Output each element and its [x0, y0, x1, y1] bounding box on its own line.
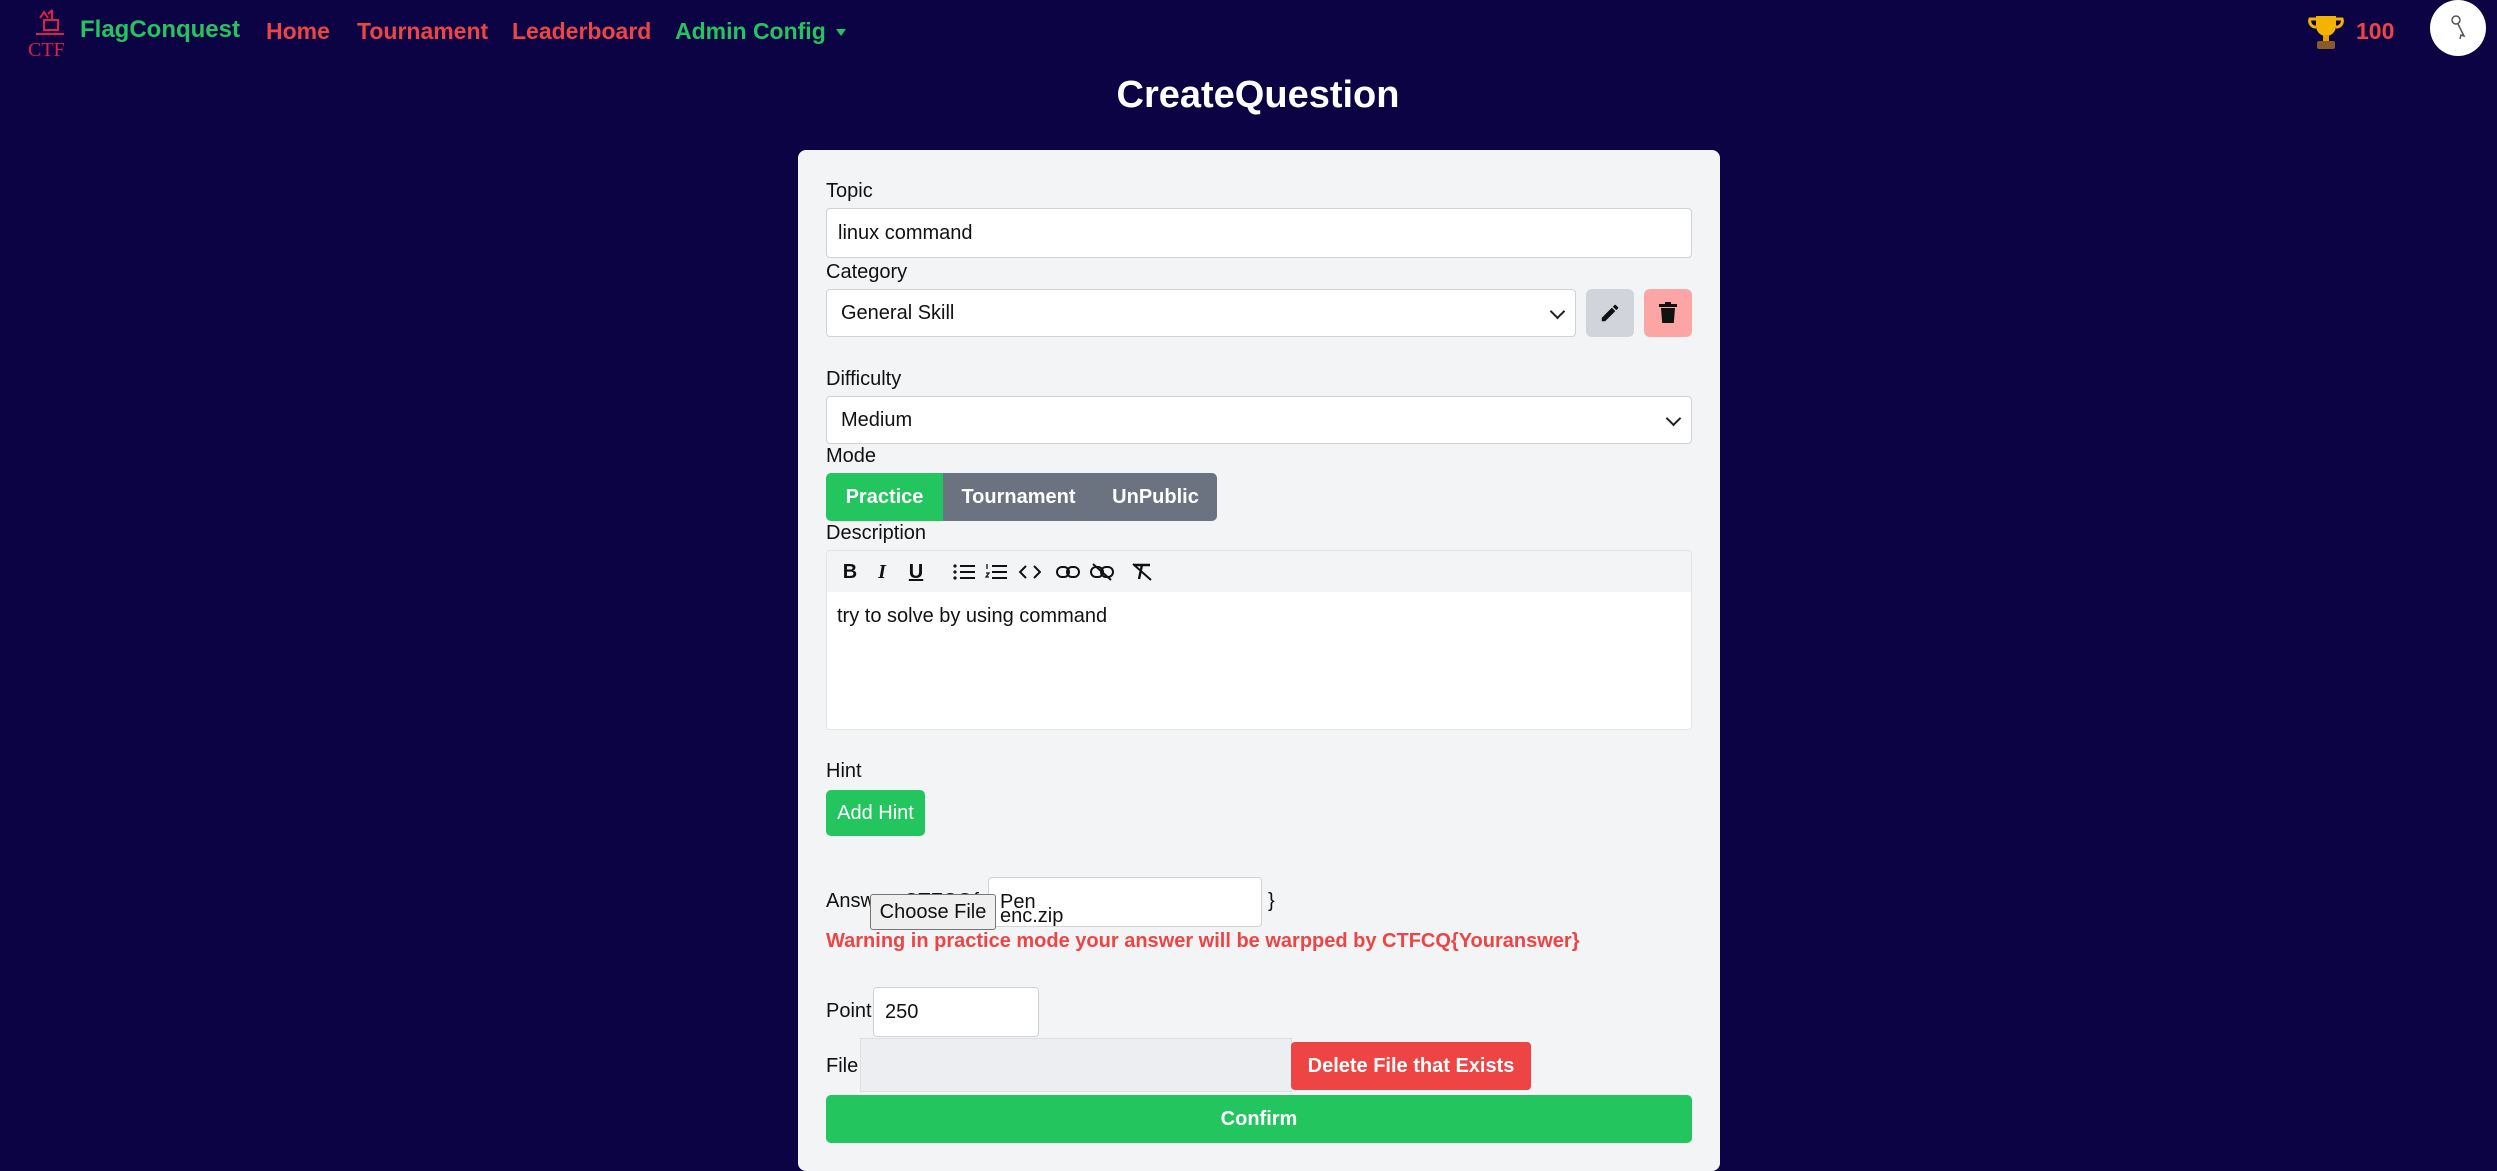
- point-value: 250: [885, 1000, 919, 1023]
- editor-toolbar: B I U: [826, 550, 1692, 592]
- user-points: 100: [2356, 18, 2395, 44]
- trash-icon: [1659, 302, 1677, 323]
- nav-admin-label: Admin Config: [675, 18, 826, 44]
- file-label: File: [826, 1055, 859, 1077]
- hint-label: Hint: [826, 760, 862, 782]
- bold-icon[interactable]: B: [837, 559, 863, 585]
- chevron-down-icon: [1549, 303, 1566, 320]
- description-text: try to solve by using command: [837, 605, 1108, 627]
- category-label: Category: [826, 261, 908, 283]
- underline-icon[interactable]: U: [903, 559, 929, 585]
- topic-label: Topic: [826, 180, 873, 202]
- description-editor[interactable]: try to solve by using command: [826, 592, 1692, 730]
- avatar-icon[interactable]: [2430, 0, 2486, 56]
- difficulty-value: Medium: [841, 408, 913, 431]
- chevron-down-icon: [1665, 410, 1682, 427]
- nav-tournament[interactable]: Tournament: [357, 18, 488, 45]
- unlink-icon[interactable]: [1089, 559, 1115, 585]
- category-value: General Skill: [841, 301, 955, 324]
- practice-warning: Warning in practice mode your answer wil…: [826, 930, 1580, 952]
- point-input[interactable]: 250: [873, 987, 1039, 1037]
- nav-admin-config[interactable]: Admin Config: [675, 18, 846, 45]
- answer-suffix: }: [1268, 890, 1275, 912]
- topic-value: linux command: [838, 221, 973, 244]
- create-question-form: Topic linux command Category General Ski…: [798, 150, 1720, 1171]
- topic-input[interactable]: linux command: [826, 208, 1692, 258]
- mode-practice-button[interactable]: Practice: [826, 473, 943, 521]
- point-label: Point: [826, 1000, 872, 1022]
- trophy-icon: [2306, 12, 2346, 52]
- delete-file-button[interactable]: Delete File that Exists: [1291, 1042, 1531, 1090]
- nav-leaderboard[interactable]: Leaderboard: [512, 18, 651, 45]
- nav-home[interactable]: Home: [266, 18, 330, 45]
- difficulty-select[interactable]: Medium: [826, 396, 1692, 444]
- ctf-logo-icon[interactable]: CTF: [26, 6, 74, 61]
- confirm-button[interactable]: Confirm: [826, 1095, 1692, 1143]
- page-title: CreateQuestion: [1116, 74, 1400, 116]
- mode-label: Mode: [826, 445, 877, 467]
- category-select[interactable]: General Skill: [826, 289, 1576, 337]
- brand-name[interactable]: FlagConquest: [80, 16, 240, 44]
- add-hint-button[interactable]: Add Hint: [826, 790, 925, 836]
- code-icon[interactable]: [1017, 559, 1043, 585]
- difficulty-label: Difficulty: [826, 368, 902, 390]
- file-name: enc.zip: [1000, 905, 1064, 927]
- description-label: Description: [826, 522, 927, 544]
- pencil-icon: [1601, 304, 1619, 322]
- numbered-list-icon[interactable]: [983, 559, 1009, 585]
- clear-format-icon[interactable]: [1129, 559, 1155, 585]
- bullet-list-icon[interactable]: [951, 559, 977, 585]
- choose-file-button[interactable]: Choose File: [870, 894, 996, 930]
- mode-unpublic-button[interactable]: UnPublic: [1094, 473, 1217, 521]
- italic-icon[interactable]: I: [869, 559, 895, 585]
- delete-category-button[interactable]: [1644, 289, 1692, 337]
- link-icon[interactable]: [1055, 559, 1081, 585]
- logo-text: CTF: [28, 39, 65, 58]
- navbar: CTF FlagConquest Home Tournament Leaderb…: [0, 0, 2497, 70]
- chevron-down-icon: [835, 29, 846, 37]
- edit-category-button[interactable]: [1586, 289, 1634, 337]
- file-input-box: [860, 1038, 1292, 1092]
- mode-tournament-button[interactable]: Tournament: [943, 473, 1094, 521]
